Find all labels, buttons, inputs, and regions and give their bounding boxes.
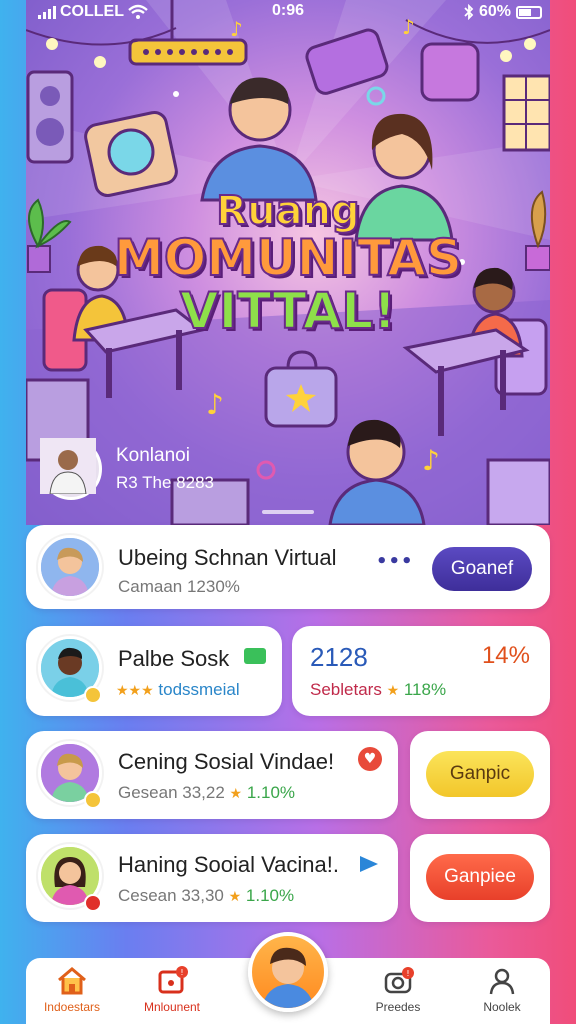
stats-label: Sebletars (310, 680, 382, 699)
nav-item-profile[interactable]: Noolek (452, 966, 552, 1014)
camera-notification-icon: ! (384, 967, 414, 994)
room-title: Cening Sosial Vindae! (118, 749, 335, 774)
more-options-icon[interactable]: ••• (376, 551, 414, 572)
nav-label: Noolek (483, 1000, 521, 1014)
nav-item-prizes[interactable]: ! Preedes (348, 966, 448, 1014)
hero-title: Ruang MOMUNITAS VITTAL! (26, 188, 550, 340)
room-subtitle: Gesean 33,22 (118, 783, 225, 802)
join-button[interactable]: Ganpiee (426, 854, 534, 900)
status-bar: COLLEL 0:96 60% (26, 0, 550, 26)
svg-text:!: ! (180, 968, 183, 977)
host-info[interactable]: Konlanoi R3 The 8283 (40, 438, 214, 500)
nav-item-home[interactable]: Indoestars (22, 966, 122, 1014)
svg-text:♪: ♪ (206, 388, 224, 421)
host-name: Konlanoi (116, 445, 190, 466)
room-subtitle-row: Cesean 33,30 ★ 1.10% (118, 886, 294, 906)
nav-item-moments[interactable]: ! Mnlounent (122, 966, 222, 1014)
room-rating: 1.10% (246, 783, 296, 802)
battery-percent: 60% (478, 3, 511, 20)
chat-icon[interactable] (244, 648, 266, 664)
action-card-4: Ganpiee (410, 834, 550, 922)
star-rating: ★★★ (116, 682, 154, 698)
heart-icon[interactable]: ♥ (358, 747, 382, 771)
svg-text:!: ! (406, 969, 409, 978)
home-icon (58, 967, 86, 995)
hero-banner[interactable]: ♪ ♪ ♪ ♪ Ruang MOMUNITAS VITTAL! Konlanoi (26, 0, 550, 525)
play-badge-icon (84, 791, 102, 809)
profile-icon (489, 968, 515, 995)
room-subtitle-row: Gesean 33,22 ★ 1.10% (118, 783, 295, 803)
star-icon: ★ (386, 682, 400, 698)
app-screen: ♪ ♪ ♪ ♪ Ruang MOMUNITAS VITTAL! Konlanoi (26, 0, 550, 1024)
image-notification-icon: ! (158, 966, 188, 994)
nav-label: Preedes (375, 1000, 421, 1014)
nav-label: Indoestars (43, 1000, 101, 1014)
room-title: Ubeing Schnan Virtual (118, 545, 337, 570)
avatar (38, 535, 102, 599)
stats-card[interactable]: 2128 14% Sebletars ★ 118% (292, 626, 550, 716)
room-card-4[interactable]: Haning Sooial Vacina!. Cesean 33,30 ★ 1.… (26, 834, 398, 922)
room-subtitle: Camaan 1230% (118, 577, 240, 596)
room-rating: 1.10% (245, 886, 295, 905)
room-subtitle: todssmeial (158, 680, 240, 699)
play-badge-icon (84, 894, 102, 912)
play-badge-icon (84, 686, 102, 704)
star-icon: ★ (229, 785, 243, 801)
room-title: Palbe Sosk (118, 646, 230, 671)
nav-label: Mnlounent (143, 1000, 201, 1014)
carousel-indicator[interactable] (262, 510, 314, 514)
room-title: Haning Sooial Vacina!. (118, 852, 339, 877)
action-card-3: Ganpic (410, 731, 550, 819)
send-icon[interactable] (360, 856, 378, 872)
room-subtitle-row: ★★★ todssmeial (116, 680, 240, 700)
profile-fab-avatar[interactable] (248, 932, 328, 1012)
stats-percent: 14% (481, 642, 530, 669)
host-avatar[interactable] (40, 438, 102, 500)
hero-title-line3: VITTAL! (179, 281, 397, 340)
room-card-3[interactable]: Cening Sosial Vindae! ♥ Gesean 33,22 ★ 1… (26, 731, 398, 819)
stats-number: 2128 (310, 642, 368, 672)
bluetooth-icon (464, 4, 474, 20)
star-icon: ★ (228, 888, 242, 904)
hero-title-line1: Ruang (215, 188, 360, 234)
battery-icon (516, 5, 542, 19)
join-button[interactable]: Goanef (432, 547, 532, 591)
room-subtitle: Cesean 33,30 (118, 886, 224, 905)
hero-title-line2: MOMUNITAS (113, 229, 463, 287)
room-card-2[interactable]: Palbe Sosk ★★★ todssmeial (26, 626, 282, 716)
host-meta: R3 The 8283 (116, 473, 214, 492)
room-card-1[interactable]: Ubeing Schnan Virtual Camaan 1230% ••• G… (26, 525, 550, 609)
join-button[interactable]: Ganpic (426, 751, 534, 797)
stats-row: Sebletars ★ 118% (310, 680, 446, 700)
stats-value: 118% (403, 680, 447, 699)
svg-text:♪: ♪ (422, 444, 440, 477)
